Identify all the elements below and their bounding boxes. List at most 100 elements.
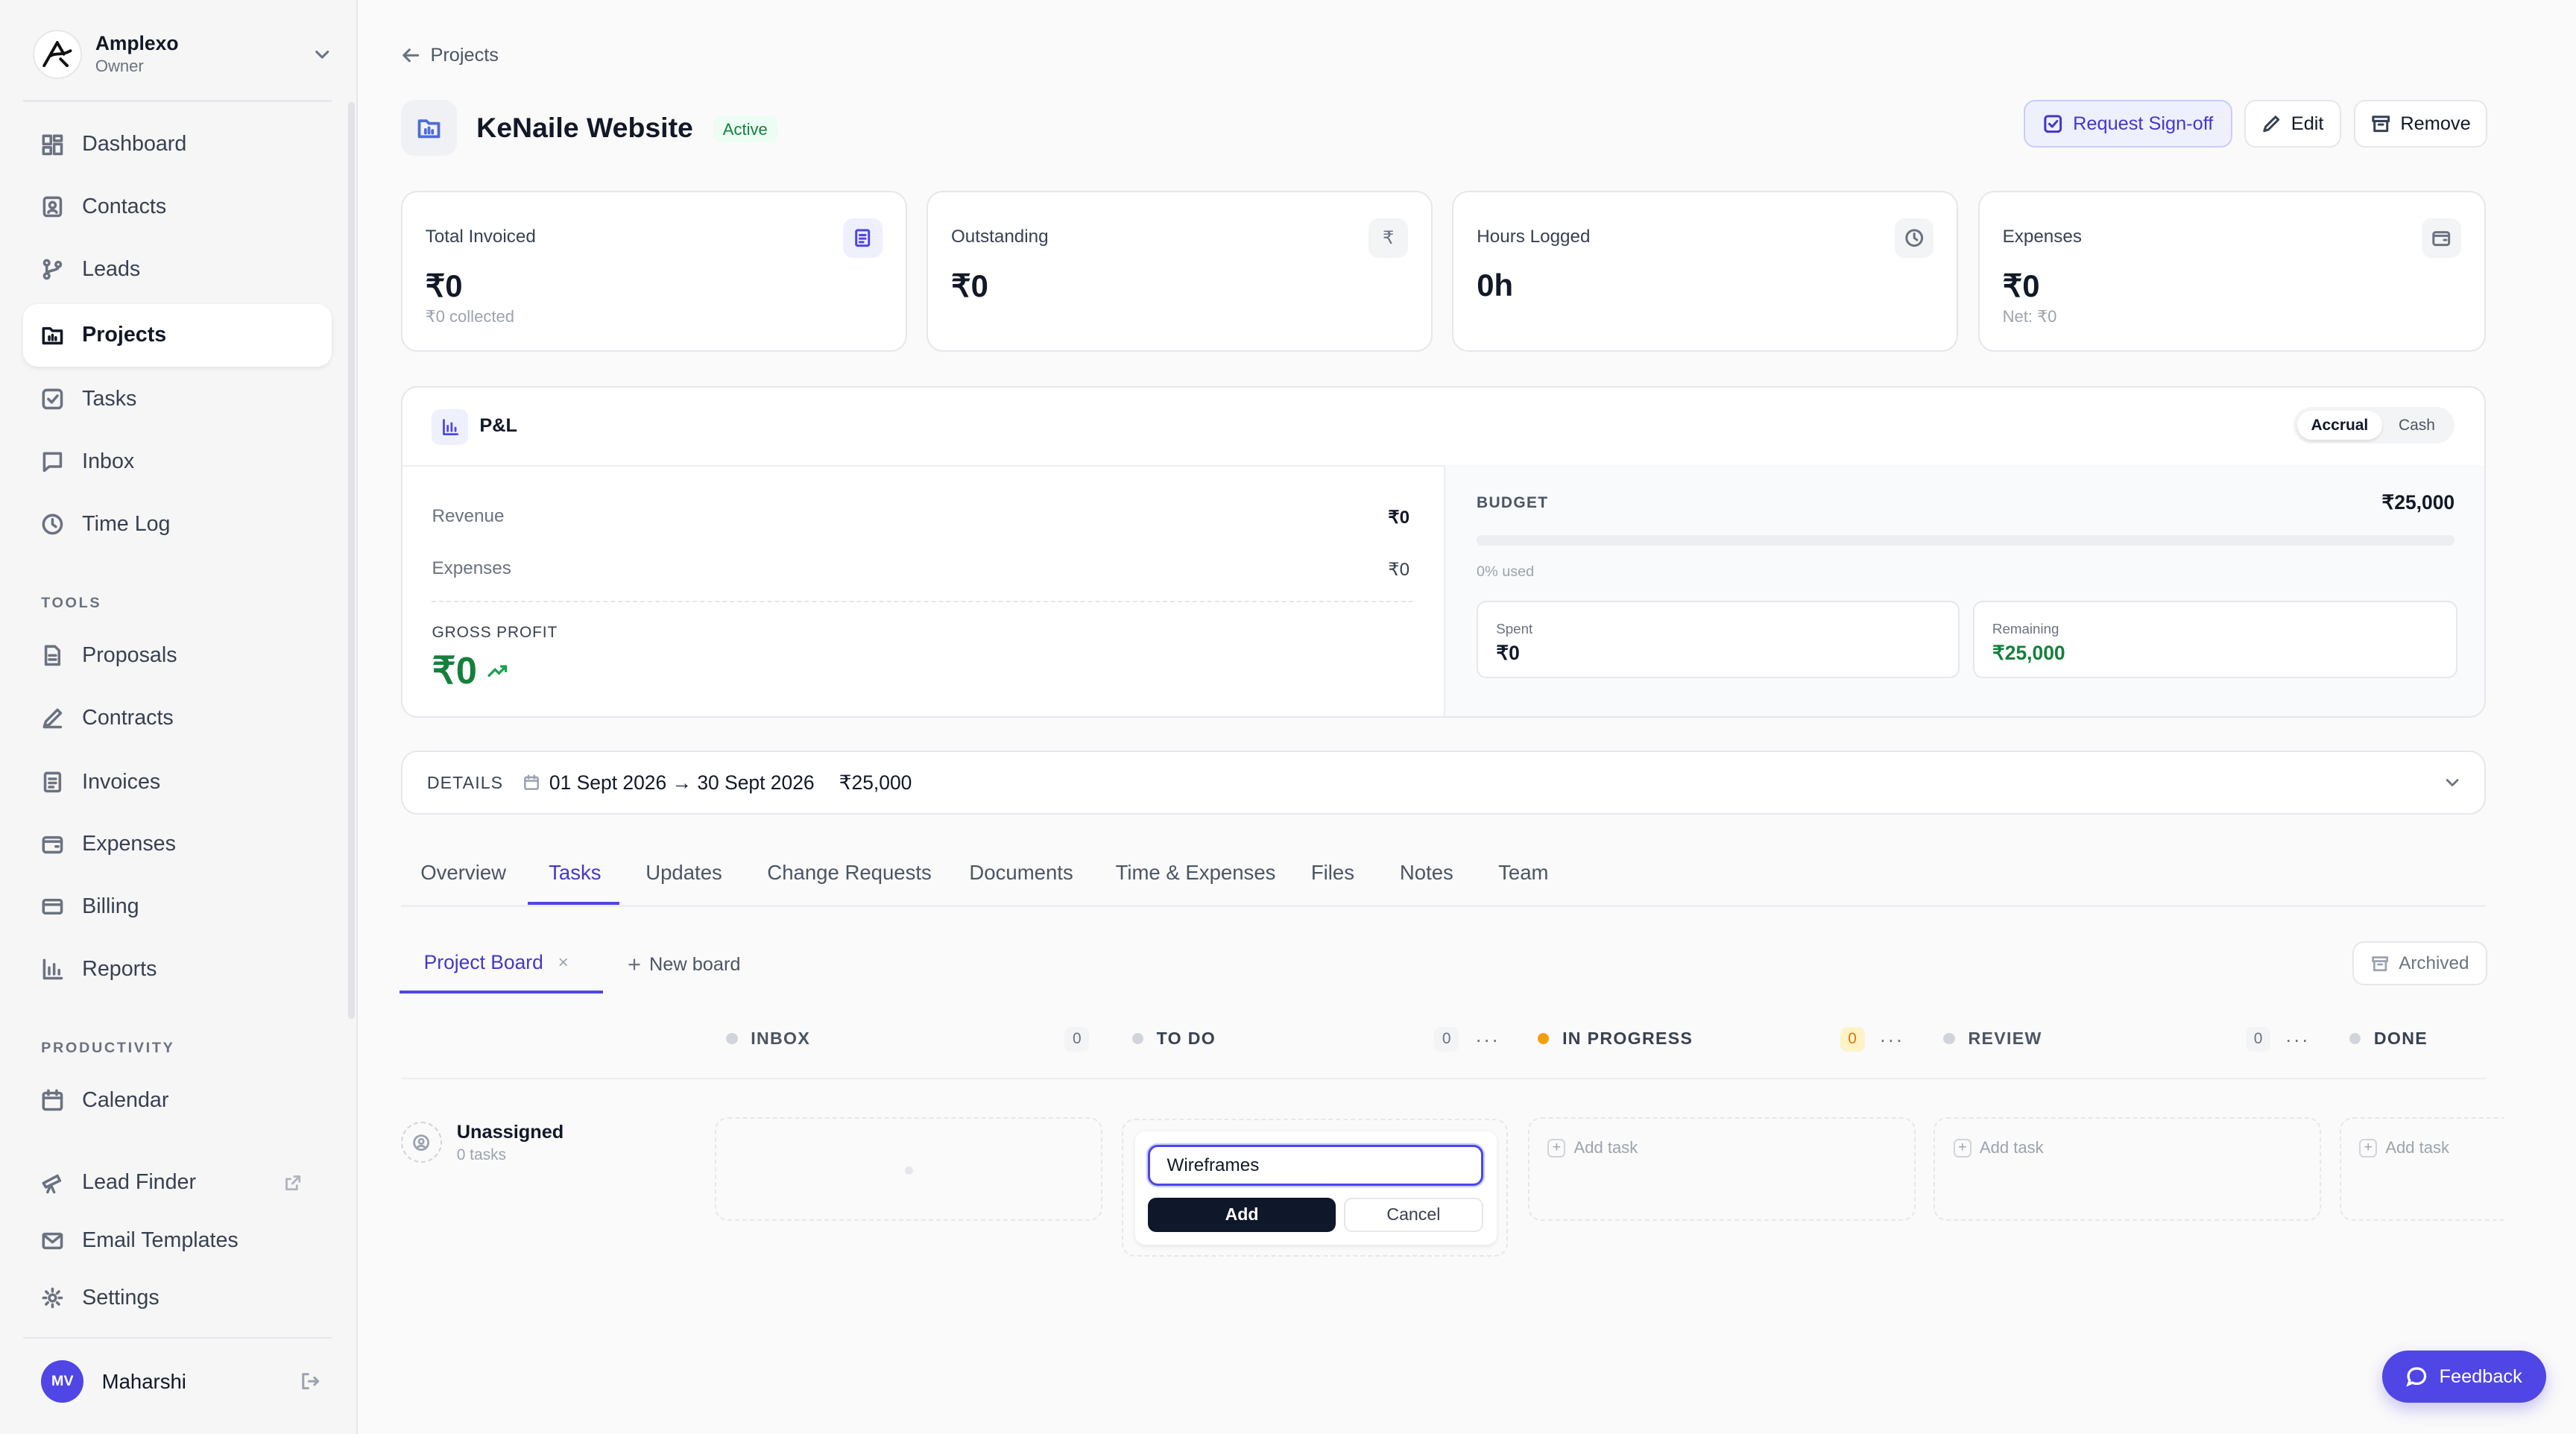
add-task-done[interactable]: + Add task <box>2359 1138 2449 1157</box>
request-signoff-label: Request Sign-off <box>2073 113 2214 134</box>
add-task-in-progress[interactable]: + Add task <box>1547 1138 1638 1157</box>
archived-button[interactable]: Archived <box>2352 941 2487 986</box>
tab-files[interactable]: Files <box>1311 861 1354 885</box>
expenses-value: ₹0 <box>1388 560 1410 581</box>
dropzone-inbox[interactable] <box>714 1116 1102 1221</box>
plus-icon: + <box>1547 1139 1566 1157</box>
tab-tasks[interactable]: Tasks <box>549 861 601 885</box>
dropzone-in-progress[interactable] <box>1527 1116 1916 1221</box>
user-profile[interactable]: MV Maharshi <box>41 1359 321 1403</box>
external-link-icon <box>285 1175 301 1190</box>
user-name: Maharshi <box>101 1369 186 1393</box>
column-menu-button[interactable]: ··· <box>1475 1029 1500 1052</box>
add-task-review[interactable]: + Add task <box>1953 1138 2044 1157</box>
rupee-icon: ₹ <box>1368 218 1409 258</box>
sidebar-item-label: Settings <box>82 1285 160 1310</box>
details-dates: 01 Sept 2026 → 30 Sept 2026 <box>549 771 815 794</box>
column-menu-button[interactable]: ··· <box>1879 1029 1904 1052</box>
sidebar-item-invoices[interactable]: Invoices <box>23 751 332 813</box>
tab-updates[interactable]: Updates <box>645 861 722 885</box>
sidebar-item-settings[interactable]: Settings <box>23 1266 332 1329</box>
new-task-form: Add Cancel <box>1134 1131 1497 1245</box>
stat-sub: Net: ₹0 <box>2002 306 2057 326</box>
board-tab-label: Project Board <box>423 951 543 974</box>
tab-documents[interactable]: Documents <box>969 861 1073 885</box>
folder-chart-icon <box>417 119 441 139</box>
add-task-label: Add task <box>1573 1138 1638 1157</box>
toggle-cash[interactable]: Cash <box>2382 417 2452 435</box>
sidebar-item-projects[interactable]: Projects <box>22 303 332 367</box>
sidebar-item-expenses[interactable]: Expenses <box>23 813 332 876</box>
sidebar-item-contracts[interactable]: Contracts <box>23 686 332 749</box>
dropzone-done[interactable] <box>2339 1116 2504 1221</box>
remove-button[interactable]: Remove <box>2354 100 2487 148</box>
sidebar-item-leads[interactable]: Leads <box>23 239 332 301</box>
sidebar-item-email-templates[interactable]: Email Templates <box>23 1209 332 1272</box>
sidebar-item-contacts[interactable]: Contacts <box>23 176 332 239</box>
sidebar-scrollbar[interactable] <box>348 101 356 1019</box>
sidebar-item-label: Lead Finder <box>82 1170 197 1195</box>
arrow-left-icon <box>402 48 419 63</box>
sidebar-item-label: Billing <box>82 894 139 919</box>
breadcrumb[interactable]: Projects <box>401 45 499 66</box>
sidebar-item-reports[interactable]: Reports <box>23 938 332 1001</box>
sidebar-item-inbox[interactable]: Inbox <box>23 430 332 493</box>
new-task-form-container: Add Cancel <box>1122 1118 1509 1257</box>
gross-profit-label: GROSS PROFIT <box>432 624 558 642</box>
edit-button[interactable]: Edit <box>2244 100 2341 148</box>
column-count: 0 <box>2245 1026 2271 1052</box>
branch-icon <box>42 259 63 280</box>
add-task-label: Add task <box>2385 1138 2450 1157</box>
column-header-inbox: INBOX <box>726 1029 810 1049</box>
add-task-button[interactable]: Add <box>1148 1197 1336 1232</box>
cancel-task-button[interactable]: Cancel <box>1343 1197 1484 1232</box>
close-icon[interactable]: × <box>558 953 569 973</box>
budget-progress <box>1477 535 2455 546</box>
tab-team[interactable]: Team <box>1498 861 1548 885</box>
org-role: Owner <box>95 57 144 76</box>
request-signoff-button[interactable]: Request Sign-off <box>2024 100 2233 148</box>
add-task-label: Add task <box>1979 1138 2044 1157</box>
tab-time-expenses[interactable]: Time & Expenses <box>1116 861 1276 885</box>
stat-value: ₹0 <box>2002 268 2040 304</box>
new-board-label: New board <box>648 953 741 975</box>
calendar-icon <box>42 1089 63 1111</box>
sidebar-item-label: Proposals <box>82 642 177 667</box>
logout-icon[interactable] <box>300 1371 320 1391</box>
sidebar-item-lead-finder[interactable]: Lead Finder <box>23 1152 332 1214</box>
dropzone-review[interactable] <box>1933 1116 2322 1221</box>
remaining-value: ₹25,000 <box>1992 642 2065 665</box>
column-menu-button[interactable]: ··· <box>2285 1029 2310 1052</box>
section-label-productivity: PRODUCTIVITY <box>41 1040 175 1057</box>
tab-notes[interactable]: Notes <box>1400 861 1453 885</box>
new-board-button[interactable]: + New board <box>628 951 741 978</box>
board-tab-project-board[interactable]: Project Board × <box>424 951 569 974</box>
swimlane-name: Unassigned <box>456 1122 564 1143</box>
invoice-icon <box>842 218 883 258</box>
remove-label: Remove <box>2400 113 2471 134</box>
tab-change-requests[interactable]: Change Requests <box>767 861 932 885</box>
details-bar[interactable]: DETAILS 01 Sept 2026 → 30 Sept 2026 ₹25,… <box>400 751 2486 815</box>
page-title: KeNaile Website <box>476 111 693 143</box>
tab-overview[interactable]: Overview <box>420 861 506 885</box>
task-title-input[interactable] <box>1148 1145 1484 1187</box>
status-badge: Active <box>713 116 777 143</box>
project-icon-box <box>400 100 457 157</box>
calendar-icon <box>523 774 539 791</box>
sidebar-item-calendar[interactable]: Calendar <box>23 1070 332 1132</box>
feedback-button[interactable]: Feedback <box>2381 1350 2547 1403</box>
sidebar-item-label: Dashboard <box>82 132 187 157</box>
column-count: 0 <box>1434 1026 1459 1052</box>
plus-icon: + <box>1953 1139 1972 1157</box>
trending-up-icon <box>487 665 508 677</box>
sidebar-item-time-log[interactable]: Time Log <box>23 493 332 555</box>
org-switcher[interactable]: Amplexo Owner <box>33 29 332 79</box>
sidebar-item-tasks[interactable]: Tasks <box>23 368 332 431</box>
remaining-box: Remaining ₹25,000 <box>1972 601 2457 679</box>
sidebar-item-dashboard[interactable]: Dashboard <box>23 113 332 176</box>
sidebar-item-billing[interactable]: Billing <box>23 876 332 938</box>
check-square-icon <box>2044 115 2062 133</box>
sidebar-item-proposals[interactable]: Proposals <box>23 625 332 687</box>
details-label: DETAILS <box>426 772 504 792</box>
toggle-accrual[interactable]: Accrual <box>2296 410 2383 440</box>
